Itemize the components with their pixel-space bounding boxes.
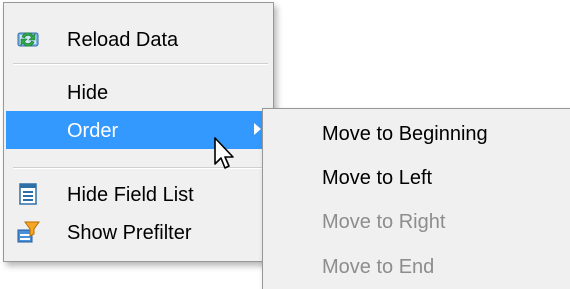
context-menu: Reload Data Hide Order Hide Field List S…: [3, 2, 274, 262]
menu-item-hide-field-list[interactable]: Hide Field List: [6, 175, 271, 213]
screen: Reload Data Hide Order Hide Field List S…: [0, 0, 570, 289]
menu-item-hide[interactable]: Hide: [6, 73, 271, 111]
menu-item-label: Hide Field List: [67, 184, 194, 206]
submenu-arrow-icon: [254, 123, 261, 135]
field-list-icon: [16, 182, 40, 206]
menu-item-reload-data[interactable]: Reload Data: [6, 20, 271, 58]
submenu-item-label: Move to Beginning: [322, 123, 488, 145]
prefilter-icon: [16, 220, 40, 244]
menu-item-label: Reload Data: [67, 29, 179, 51]
pointer-arrow-icon: [213, 136, 239, 172]
submenu-item-move-to-left[interactable]: Move to Left: [265, 158, 565, 196]
order-submenu: Move to Beginning Move to Left Move to R…: [262, 108, 570, 289]
menu-separator: [13, 63, 268, 65]
menu-item-show-prefilter[interactable]: Show Prefilter: [6, 213, 271, 251]
submenu-item-move-to-beginning[interactable]: Move to Beginning: [265, 114, 565, 152]
reload-icon: [16, 27, 40, 51]
submenu-item-move-to-end: Move to End: [265, 247, 565, 285]
menu-item-label: Order: [67, 120, 119, 142]
menu-item-label: Hide: [67, 82, 109, 104]
submenu-item-label: Move to Right: [322, 211, 446, 233]
submenu-item-label: Move to End: [322, 256, 435, 278]
submenu-item-label: Move to Left: [322, 167, 433, 189]
submenu-item-move-to-right: Move to Right: [265, 202, 565, 240]
menu-item-label: Show Prefilter: [67, 222, 192, 244]
